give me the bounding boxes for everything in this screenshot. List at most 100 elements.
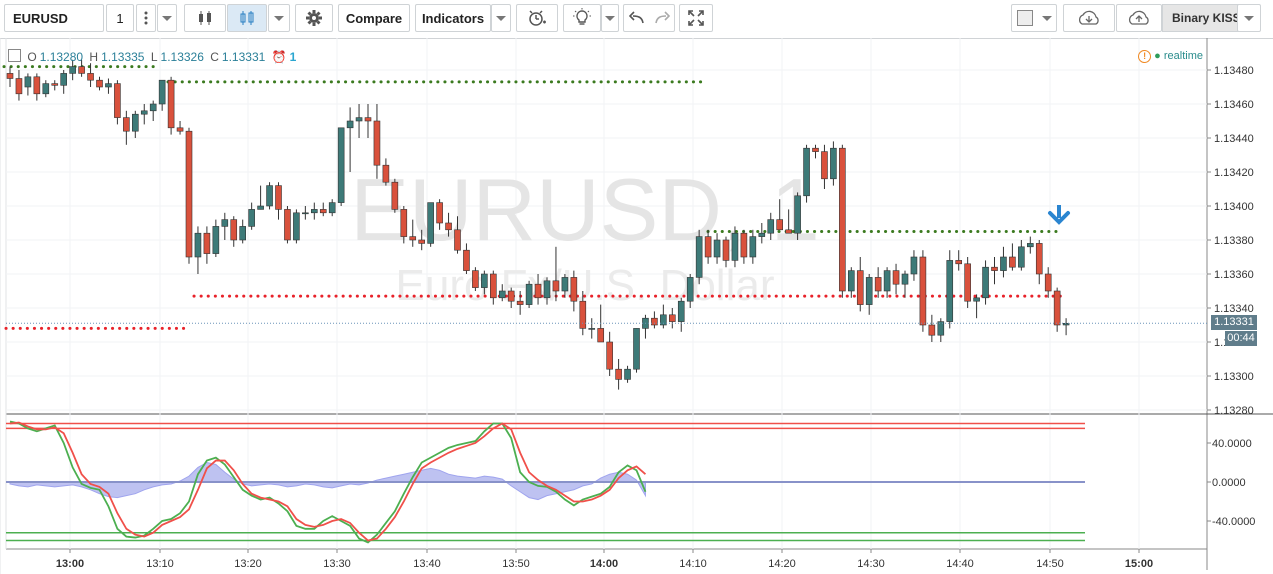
candle-body (194, 232, 202, 258)
legend-h-label: H (89, 50, 99, 64)
interval-dropdown-button[interactable] (157, 4, 177, 32)
alert-button[interactable] (516, 4, 558, 32)
candle-body (1009, 256, 1016, 268)
watermark-symbol: EURUSD, 1 (350, 160, 819, 259)
candle-body (874, 277, 882, 292)
undo-icon[interactable] (628, 11, 645, 25)
symbol-input[interactable]: EURUSD (4, 4, 104, 32)
candle-body (257, 205, 264, 210)
time-tick-label: 15:00 (1125, 558, 1153, 570)
candle-body (78, 66, 85, 74)
price-axis[interactable]: 1.13480 1.13460 1.13440 1.13420 1.13400 1.133… (1207, 65, 1254, 417)
candle-body (158, 79, 166, 105)
redo-icon[interactable] (654, 11, 670, 25)
crosshair-icon[interactable] (8, 49, 21, 62)
chart-canvas[interactable]: EURUSD, 1 Euro Fx/U.S. Dollar 1.134801.1… (0, 38, 1273, 574)
load-chart-button[interactable] (1063, 4, 1115, 32)
candle-body (695, 236, 703, 278)
candle-body (1000, 256, 1007, 271)
candle-body (472, 270, 479, 288)
compare-button[interactable]: Compare (338, 4, 410, 32)
candle-body (579, 300, 587, 329)
time-tick-label: 13:10 (146, 558, 174, 570)
candle-body (33, 76, 41, 95)
oscillator-axis[interactable]: 40.0000 0.0000 -40.0000 (1207, 438, 1255, 528)
alert-count[interactable]: 1 (290, 50, 297, 64)
candle-body (668, 314, 676, 322)
candle-body (964, 263, 971, 302)
candle-body (489, 273, 497, 299)
legend-o-label: O (27, 50, 37, 64)
candle-body (373, 120, 381, 166)
bar-countdown: 00:44 (1225, 331, 1257, 347)
candle-body (713, 239, 721, 258)
candle-body (1027, 243, 1034, 248)
candle-body (570, 277, 578, 302)
settings-button[interactable] (295, 4, 333, 32)
candle-body (704, 236, 712, 258)
candle-body (463, 249, 470, 271)
candle-body (588, 328, 596, 330)
candle-body (454, 229, 461, 251)
candle-body (561, 277, 569, 292)
hints-button[interactable] (563, 4, 601, 32)
price-tick-label: 1.13400 (1214, 201, 1254, 213)
cloud-upload-icon (1128, 10, 1149, 25)
alarm-clock-icon[interactable]: ⏰ (272, 50, 287, 64)
candle-body (910, 256, 918, 275)
candle-body (140, 110, 148, 115)
time-tick-label: 13:00 (56, 558, 84, 570)
realtime-label: realtime (1163, 50, 1203, 62)
candle-body (633, 328, 640, 370)
live-dot-icon: ● (1154, 50, 1161, 62)
price-tick-label: 1.13300 (1214, 371, 1254, 383)
candle-body (1053, 290, 1061, 326)
chevron-down-icon (1041, 15, 1052, 21)
warning-icon[interactable]: ! (1138, 50, 1152, 63)
candle-body (812, 147, 819, 152)
candle-body (740, 232, 748, 258)
candle-body (722, 239, 730, 261)
time-tick-label: 13:20 (234, 558, 262, 570)
brand-dropdown[interactable] (1237, 4, 1261, 32)
hints-dropdown[interactable] (601, 4, 619, 32)
candle-body (1035, 243, 1043, 275)
candle-body (239, 226, 246, 241)
candle-body (955, 260, 963, 265)
legend-h-value: 1.13335 (101, 50, 145, 64)
candle-body (319, 209, 327, 214)
candle-body (6, 73, 14, 79)
candle-body (149, 103, 157, 112)
indicators-button[interactable]: Indicators (415, 4, 491, 32)
price-tick-label: 1.13380 (1214, 235, 1254, 247)
indicators-dropdown[interactable] (491, 4, 511, 32)
gear-icon (306, 10, 322, 26)
fullscreen-button[interactable] (679, 4, 713, 32)
chart-properties-button[interactable] (1011, 4, 1057, 32)
candle-body (615, 368, 622, 380)
candle-body (230, 219, 238, 241)
osc-tick-label: 0.0000 (1212, 477, 1246, 489)
chart-style-dropdown[interactable] (268, 4, 290, 32)
candle-body (651, 317, 658, 326)
time-axis[interactable]: 13:00 13:10 13:20 13:30 13:40 13:50 14:00 14:10… (56, 549, 1153, 570)
candle-body (337, 127, 345, 203)
lightbulb-icon (573, 8, 591, 25)
time-tick-label: 14:30 (857, 558, 885, 570)
save-chart-button[interactable] (1116, 4, 1162, 32)
candle-body (24, 76, 32, 88)
candle-body (167, 79, 175, 129)
interval-button[interactable]: 1 (106, 4, 134, 32)
candle-body (123, 117, 130, 132)
interval-more-icon[interactable] (136, 4, 156, 32)
price-tick-label: 1.13460 (1214, 99, 1254, 111)
bars-style-button[interactable] (184, 4, 226, 32)
candle-body (105, 83, 112, 88)
candle-body (803, 147, 810, 197)
candle-body (758, 232, 766, 237)
candle-body (892, 270, 900, 285)
candles-style-button[interactable] (227, 4, 267, 32)
price-tick-label: 1.13340 (1214, 303, 1254, 315)
candle-body (203, 232, 211, 254)
legend-o-value: 1.13280 (39, 50, 84, 64)
